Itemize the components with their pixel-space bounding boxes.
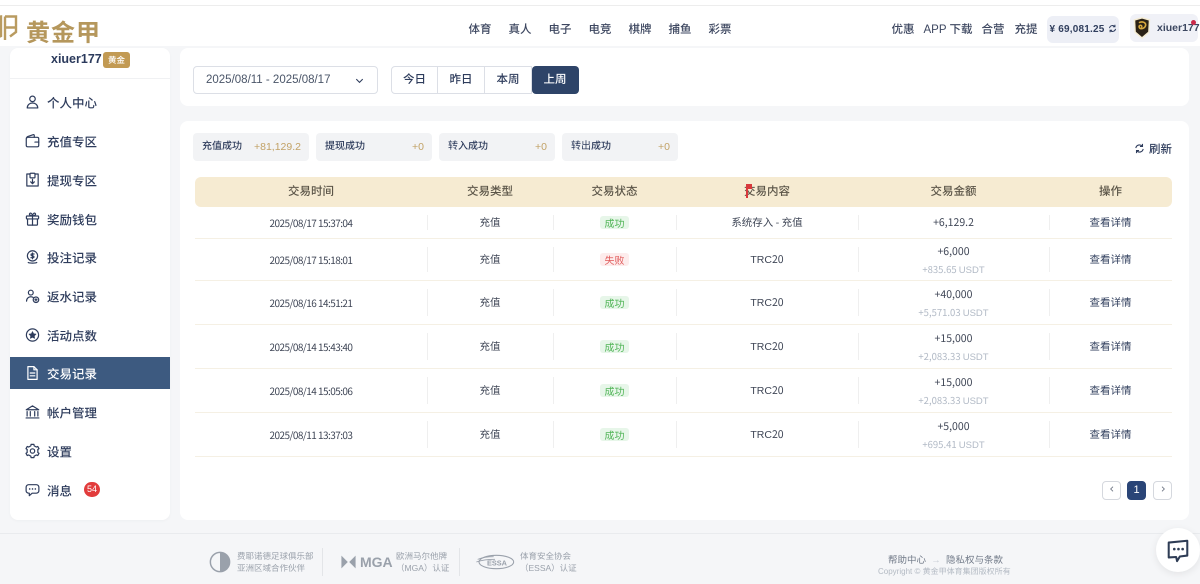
svg-text:ESSA: ESSA xyxy=(487,558,508,567)
